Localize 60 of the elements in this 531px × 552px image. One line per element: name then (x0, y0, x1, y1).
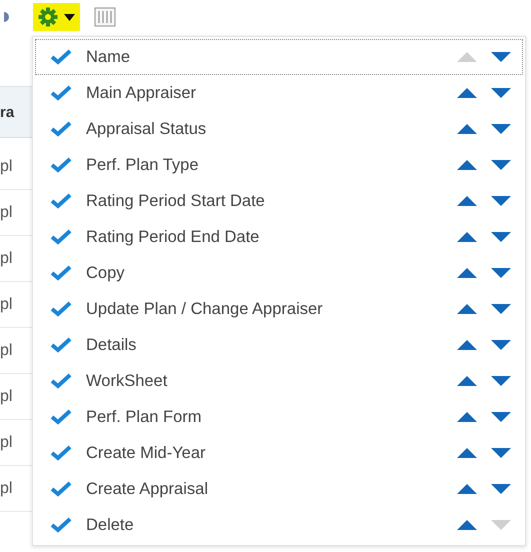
move-up-button[interactable] (456, 411, 478, 423)
menu-item-label[interactable]: Perf. Plan Form (86, 408, 444, 426)
move-down-button[interactable] (490, 123, 512, 135)
move-down-button[interactable] (490, 195, 512, 207)
move-down-button[interactable] (490, 231, 512, 243)
menu-item-label[interactable]: Name (86, 48, 444, 66)
check-icon[interactable] (50, 445, 72, 461)
move-up-button[interactable] (456, 123, 478, 135)
move-up-button[interactable] (456, 483, 478, 495)
move-up-button[interactable] (456, 303, 478, 315)
move-up-button[interactable] (456, 231, 478, 243)
menu-item-label[interactable]: WorkSheet (86, 372, 444, 390)
menu-item-label[interactable]: Details (86, 336, 444, 354)
check-icon[interactable] (50, 337, 72, 353)
menu-item-label[interactable]: Rating Period Start Date (86, 192, 444, 210)
menu-item-label[interactable]: Create Appraisal (86, 480, 444, 498)
caret-icon (64, 14, 75, 20)
menu-item-label[interactable]: Rating Period End Date (86, 228, 444, 246)
check-icon[interactable] (50, 517, 72, 533)
move-up-button[interactable] (456, 267, 478, 279)
menu-item-label[interactable]: Copy (86, 264, 444, 282)
check-icon[interactable] (50, 409, 72, 425)
move-down-button[interactable] (490, 159, 512, 171)
check-icon[interactable] (50, 301, 72, 317)
move-up-button[interactable] (456, 339, 478, 351)
check-icon[interactable] (50, 121, 72, 137)
menu-item-label[interactable]: Appraisal Status (86, 120, 444, 138)
check-icon[interactable] (50, 481, 72, 497)
move-down-button[interactable] (490, 267, 512, 279)
check-icon[interactable] (50, 85, 72, 101)
check-icon[interactable] (50, 373, 72, 389)
move-up-button[interactable] (456, 375, 478, 387)
move-up-button[interactable] (456, 195, 478, 207)
check-icon[interactable] (50, 229, 72, 245)
move-up-button[interactable] (456, 447, 478, 459)
menu-item-label[interactable]: Create Mid-Year (86, 444, 444, 462)
move-down-button[interactable] (490, 411, 512, 423)
partial-icon (4, 12, 9, 22)
move-down-button[interactable] (490, 87, 512, 99)
move-down-button[interactable] (490, 375, 512, 387)
check-icon[interactable] (50, 193, 72, 209)
check-icon[interactable] (50, 265, 72, 281)
move-up-button[interactable] (456, 159, 478, 171)
menu-item-label[interactable]: Delete (86, 516, 444, 534)
move-down-button[interactable] (490, 483, 512, 495)
move-down-button[interactable] (490, 303, 512, 315)
menu-item-label[interactable]: Update Plan / Change Appraiser (86, 300, 444, 318)
move-up-button[interactable] (456, 87, 478, 99)
check-icon[interactable] (50, 49, 72, 65)
menu-item-label[interactable]: Main Appraiser (86, 84, 444, 102)
menu-item-label[interactable]: Perf. Plan Type (86, 156, 444, 174)
gear-icon (38, 7, 58, 27)
move-down-button[interactable] (490, 447, 512, 459)
move-down-button[interactable] (490, 51, 512, 63)
check-icon[interactable] (50, 157, 72, 173)
settings-button[interactable] (33, 3, 80, 31)
move-down-button[interactable] (490, 339, 512, 351)
move-up-button[interactable] (456, 519, 478, 531)
columns-icon[interactable] (94, 7, 116, 27)
column-header: ra (0, 87, 32, 138)
